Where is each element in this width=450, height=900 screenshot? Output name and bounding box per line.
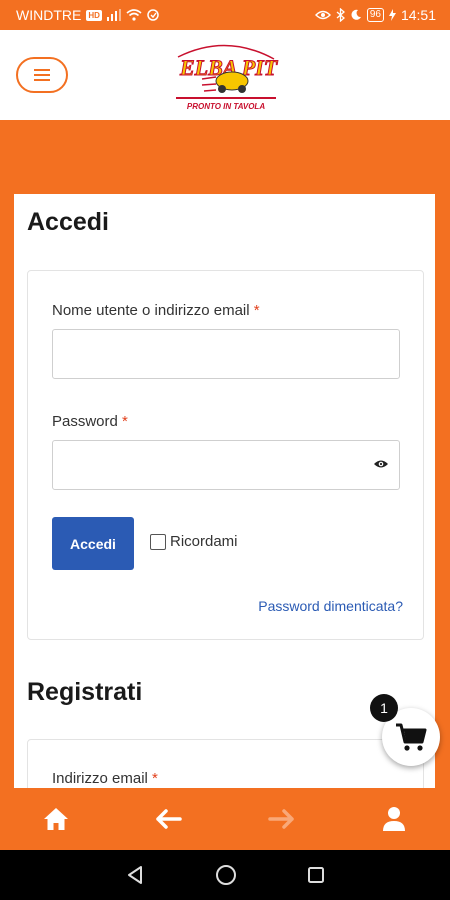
required-mark: * — [152, 770, 158, 787]
back-triangle-icon[interactable] — [125, 865, 145, 885]
elba-pit-logo[interactable]: ELBA PIT PRONTO IN TAVOLA — [172, 37, 280, 115]
status-bar: WINDTRE HD 96 14:51 — [0, 0, 450, 30]
hamburger-icon — [34, 69, 50, 81]
required-mark: * — [122, 413, 128, 430]
wifi-icon — [126, 9, 142, 21]
username-label-text: Nome utente o indirizzo email — [52, 302, 250, 319]
charging-icon — [388, 9, 396, 21]
nav-home[interactable] — [31, 799, 81, 839]
user-icon — [382, 807, 405, 831]
home-icon — [44, 808, 69, 830]
password-label: Password * — [52, 413, 128, 430]
forgot-password-link[interactable]: Password dimenticata? — [258, 598, 403, 614]
required-mark: * — [253, 302, 260, 319]
eye-comfort-icon — [314, 10, 331, 20]
recents-square-icon[interactable] — [307, 866, 325, 884]
cart-count-badge: 1 — [370, 694, 398, 722]
login-button[interactable]: Accedi — [52, 517, 134, 570]
menu-button[interactable] — [16, 57, 68, 93]
register-title: Registrati — [27, 678, 143, 706]
nav-back[interactable] — [144, 799, 194, 839]
arrow-left-icon — [156, 809, 182, 829]
username-label: Nome utente o indirizzo email * — [52, 302, 260, 319]
carrier-label: WINDTRE — [16, 7, 82, 23]
logo-tagline: PRONTO IN TAVOLA — [187, 102, 265, 111]
site-header: ELBA PIT PRONTO IN TAVOLA — [0, 30, 450, 120]
password-input[interactable] — [52, 440, 400, 490]
register-email-label-text: Indirizzo email — [52, 770, 148, 787]
nav-account[interactable] — [369, 799, 419, 839]
register-email-label: Indirizzo email * — [52, 770, 158, 787]
login-title: Accedi — [27, 208, 109, 236]
checkbox-box[interactable] — [150, 533, 166, 550]
home-circle-icon[interactable] — [215, 864, 237, 886]
register-form: Indirizzo email * — [27, 739, 424, 788]
signal-icon — [106, 9, 121, 21]
remember-me-checkbox[interactable]: Ricordami — [150, 533, 238, 550]
password-label-text: Password — [52, 413, 118, 430]
battery-indicator: 96 — [366, 8, 384, 22]
username-input[interactable] — [52, 329, 400, 379]
nav-forward[interactable] — [256, 799, 306, 839]
bottom-nav — [0, 788, 450, 850]
moon-icon — [351, 9, 361, 20]
system-nav-bar — [0, 850, 450, 900]
login-form: Nome utente o indirizzo email * Password… — [27, 270, 424, 640]
bluetooth-icon — [336, 8, 345, 22]
cart-icon — [396, 723, 427, 751]
clock: 14:51 — [400, 7, 436, 23]
remember-me-label: Ricordami — [170, 533, 238, 550]
arrow-right-icon — [268, 809, 294, 829]
vpn-icon — [147, 9, 159, 21]
network-badge: HD — [86, 9, 102, 21]
show-password-icon[interactable] — [373, 458, 389, 470]
